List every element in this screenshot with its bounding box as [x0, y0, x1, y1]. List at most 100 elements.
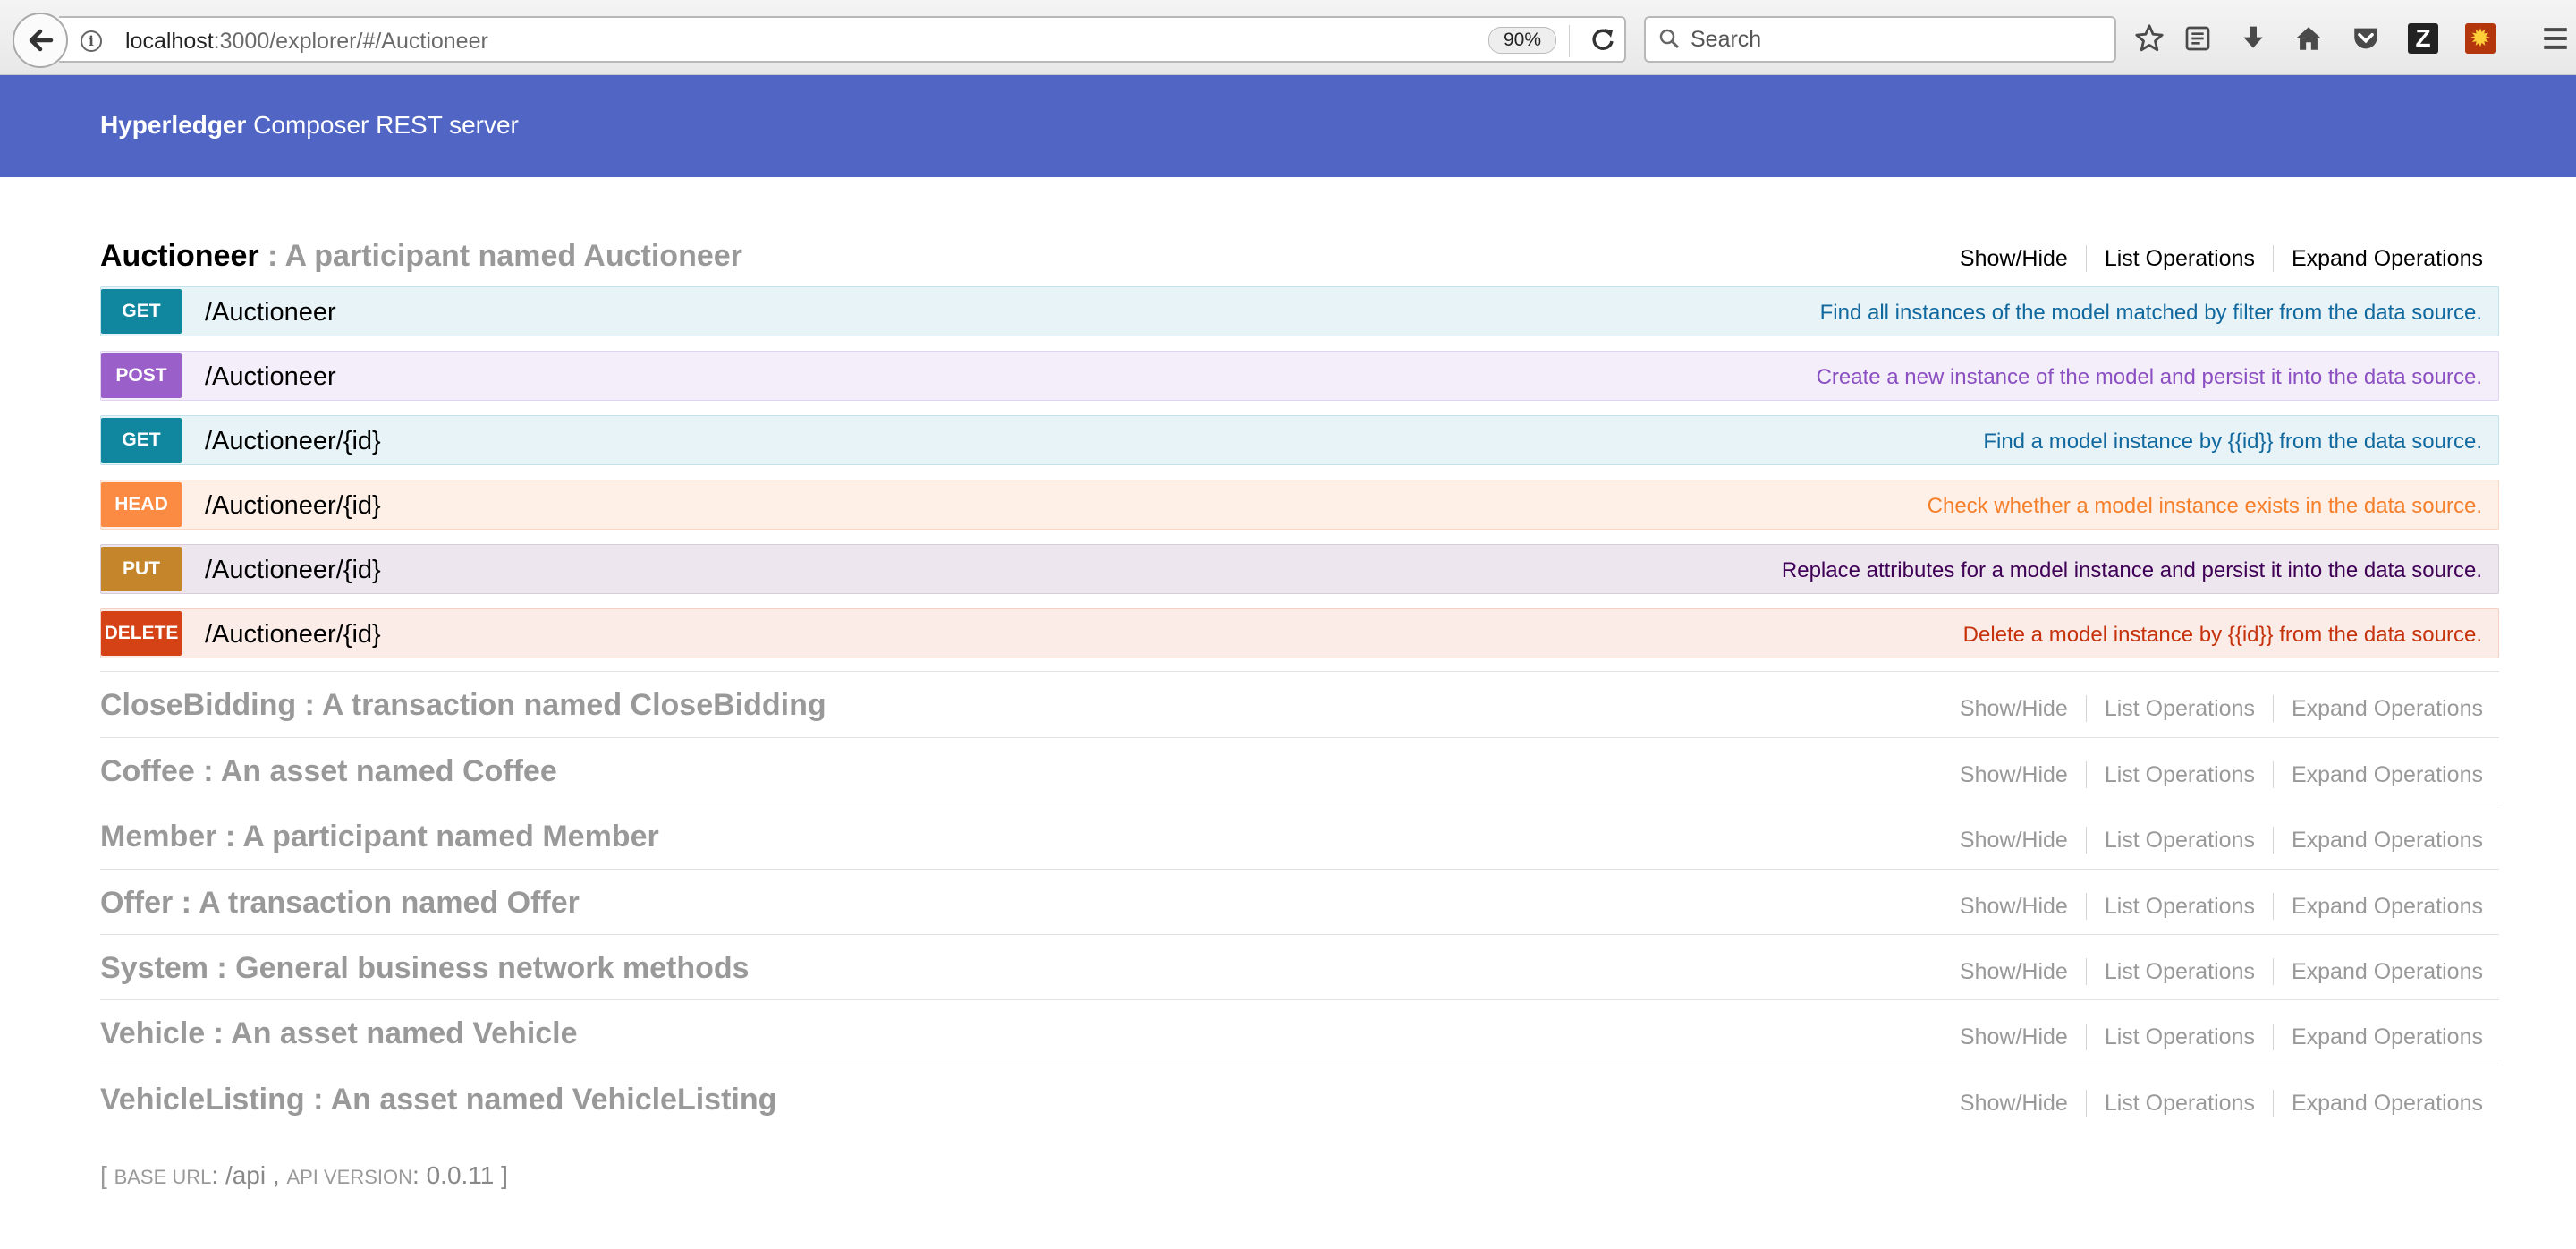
resource-heading[interactable]: CloseBidding : A transaction named Close…: [100, 688, 826, 723]
search-icon: [1659, 29, 1680, 49]
back-button[interactable]: [13, 13, 68, 68]
operation-row[interactable]: POST /Auctioneer Create a new instance o…: [100, 351, 2499, 401]
download-icon[interactable]: [2234, 20, 2272, 57]
home-icon[interactable]: [2290, 20, 2327, 57]
operation-row[interactable]: GET /Auctioneer Find all instances of th…: [100, 286, 2499, 336]
app-title[interactable]: Hyperledger Composer REST server: [100, 111, 519, 140]
operation-summary[interactable]: Find all instances of the model matched …: [1820, 301, 2482, 326]
resource-row-vehicle: Vehicle : An asset named Vehicle Show/Hi…: [100, 999, 2499, 1066]
operation-path[interactable]: /Auctioneer/{id}: [205, 427, 381, 456]
url-bar[interactable]: i localhost:3000/explorer/#/Auctioneer 9…: [59, 16, 1626, 63]
bracket-open: [: [100, 1161, 114, 1189]
expand-operations-link[interactable]: Expand Operations: [2274, 893, 2483, 920]
info-icon[interactable]: i: [80, 30, 102, 52]
resource-row-vehiclelisting: VehicleListing : An asset named VehicleL…: [100, 1066, 2499, 1132]
operation-row[interactable]: DELETE /Auctioneer/{id} Delete a model i…: [100, 608, 2499, 658]
show-hide-link[interactable]: Show/Hide: [1960, 245, 2087, 272]
zotero-icon[interactable]: Z: [2408, 23, 2438, 54]
resource-actions: Show/Hide List Operations Expand Operati…: [1960, 893, 2483, 920]
operation-row[interactable]: HEAD /Auctioneer/{id} Check whether a mo…: [100, 480, 2499, 530]
list-operations-link[interactable]: List Operations: [2087, 1024, 2274, 1050]
show-hide-link[interactable]: Show/Hide: [1960, 827, 2087, 854]
resource-heading[interactable]: VehicleListing : An asset named VehicleL…: [100, 1083, 776, 1117]
url-text[interactable]: localhost:3000/explorer/#/Auctioneer: [125, 29, 488, 55]
resource-actions: Show/Hide List Operations Expand Operati…: [1960, 827, 2483, 854]
resource-actions: Show/Hide List Operations Expand Operati…: [1960, 245, 2483, 272]
resource-row-coffee: Coffee : An asset named Coffee Show/Hide…: [100, 737, 2499, 803]
resource-heading-auctioneer[interactable]: Auctioneer : A participant named Auction…: [100, 239, 742, 274]
zoom-level-badge[interactable]: 90%: [1488, 27, 1556, 54]
url-host: localhost: [125, 29, 214, 54]
resource-row-offer: Offer : A transaction named Offer Show/H…: [100, 869, 2499, 935]
list-operations-link[interactable]: List Operations: [2087, 761, 2274, 788]
search-input[interactable]: [1690, 26, 2084, 53]
base-url-label: BASE URL: [114, 1166, 212, 1188]
api-version-value: : 0.0.11 ]: [412, 1161, 508, 1189]
reading-list-icon[interactable]: [2179, 20, 2216, 57]
list-operations-link[interactable]: List Operations: [2087, 958, 2274, 985]
list-operations-link[interactable]: List Operations: [2087, 1090, 2274, 1117]
show-hide-link[interactable]: Show/Hide: [1960, 1024, 2087, 1050]
back-arrow-icon: [29, 29, 54, 52]
operation-summary[interactable]: Check whether a model instance exists in…: [1928, 494, 2482, 519]
expand-operations-link[interactable]: Expand Operations: [2274, 958, 2483, 985]
show-hide-link[interactable]: Show/Hide: [1960, 695, 2087, 722]
resource-actions: Show/Hide List Operations Expand Operati…: [1960, 1024, 2483, 1050]
api-info-footer: [ BASE URL: /api , API VERSION: 0.0.11 ]: [100, 1161, 508, 1190]
method-badge: GET: [101, 289, 182, 334]
operation-summary[interactable]: Replace attributes for a model instance …: [1782, 558, 2482, 583]
resource-actions: Show/Hide List Operations Expand Operati…: [1960, 958, 2483, 985]
list-operations-link[interactable]: List Operations: [2087, 245, 2274, 272]
show-hide-link[interactable]: Show/Hide: [1960, 761, 2087, 788]
app-brand: Hyperledger: [100, 111, 247, 139]
expand-operations-link[interactable]: Expand Operations: [2274, 827, 2483, 854]
list-operations-link[interactable]: List Operations: [2087, 893, 2274, 920]
resource-row-member: Member : A participant named Member Show…: [100, 803, 2499, 869]
expand-operations-link[interactable]: Expand Operations: [2274, 761, 2483, 788]
search-bar[interactable]: [1644, 16, 2116, 63]
operation-path[interactable]: /Auctioneer: [205, 362, 336, 392]
url-path: :3000/explorer/#/Auctioneer: [213, 29, 488, 54]
resource-heading[interactable]: System : General business network method…: [100, 951, 750, 986]
browser-toolbar: i localhost:3000/explorer/#/Auctioneer 9…: [0, 0, 2576, 75]
reload-icon[interactable]: [1589, 25, 1617, 61]
resource-heading[interactable]: Vehicle : An asset named Vehicle: [100, 1016, 578, 1051]
method-badge: DELETE: [101, 611, 182, 656]
operation-row[interactable]: PUT /Auctioneer/{id} Replace attributes …: [100, 544, 2499, 594]
operation-path[interactable]: /Auctioneer/{id}: [205, 556, 381, 585]
resource-heading[interactable]: Coffee : An asset named Coffee: [100, 754, 557, 789]
expand-operations-link[interactable]: Expand Operations: [2274, 1090, 2483, 1117]
method-badge: GET: [101, 418, 182, 463]
resource-row-closebidding: CloseBidding : A transaction named Close…: [100, 671, 2499, 737]
resource-actions: Show/Hide List Operations Expand Operati…: [1960, 761, 2483, 788]
resource-heading[interactable]: Member : A participant named Member: [100, 820, 659, 854]
expand-operations-link[interactable]: Expand Operations: [2274, 1024, 2483, 1050]
operation-summary[interactable]: Find a model instance by {{id}} from the…: [1983, 429, 2482, 455]
resource-heading[interactable]: Offer : A transaction named Offer: [100, 886, 580, 921]
method-badge: HEAD: [101, 482, 182, 527]
star-icon[interactable]: [2131, 20, 2168, 57]
extension-sun-icon[interactable]: ✹: [2465, 23, 2496, 54]
operation-summary[interactable]: Delete a model instance by {{id}} from t…: [1963, 623, 2482, 648]
operation-path[interactable]: /Auctioneer/{id}: [205, 491, 381, 521]
pocket-icon[interactable]: [2347, 20, 2385, 57]
show-hide-link[interactable]: Show/Hide: [1960, 893, 2087, 920]
resource-description: : A participant named Auctioneer: [258, 239, 742, 273]
url-divider: [1569, 25, 1570, 57]
operation-summary[interactable]: Create a new instance of the model and p…: [1817, 365, 2482, 390]
show-hide-link[interactable]: Show/Hide: [1960, 958, 2087, 985]
api-version-label: API VERSION: [286, 1166, 413, 1188]
expand-operations-link[interactable]: Expand Operations: [2274, 695, 2483, 722]
show-hide-link[interactable]: Show/Hide: [1960, 1090, 2087, 1117]
list-operations-link[interactable]: List Operations: [2087, 827, 2274, 854]
operation-path[interactable]: /Auctioneer/{id}: [205, 620, 381, 650]
method-badge: POST: [101, 353, 182, 398]
method-badge: PUT: [101, 547, 182, 591]
operation-path[interactable]: /Auctioneer: [205, 298, 336, 327]
menu-icon[interactable]: [2537, 20, 2574, 57]
app-subtitle: Composer REST server: [246, 111, 519, 139]
list-operations-link[interactable]: List Operations: [2087, 695, 2274, 722]
app-header: Hyperledger Composer REST server: [0, 75, 2576, 177]
expand-operations-link[interactable]: Expand Operations: [2274, 245, 2483, 272]
operation-row[interactable]: GET /Auctioneer/{id} Find a model instan…: [100, 415, 2499, 465]
